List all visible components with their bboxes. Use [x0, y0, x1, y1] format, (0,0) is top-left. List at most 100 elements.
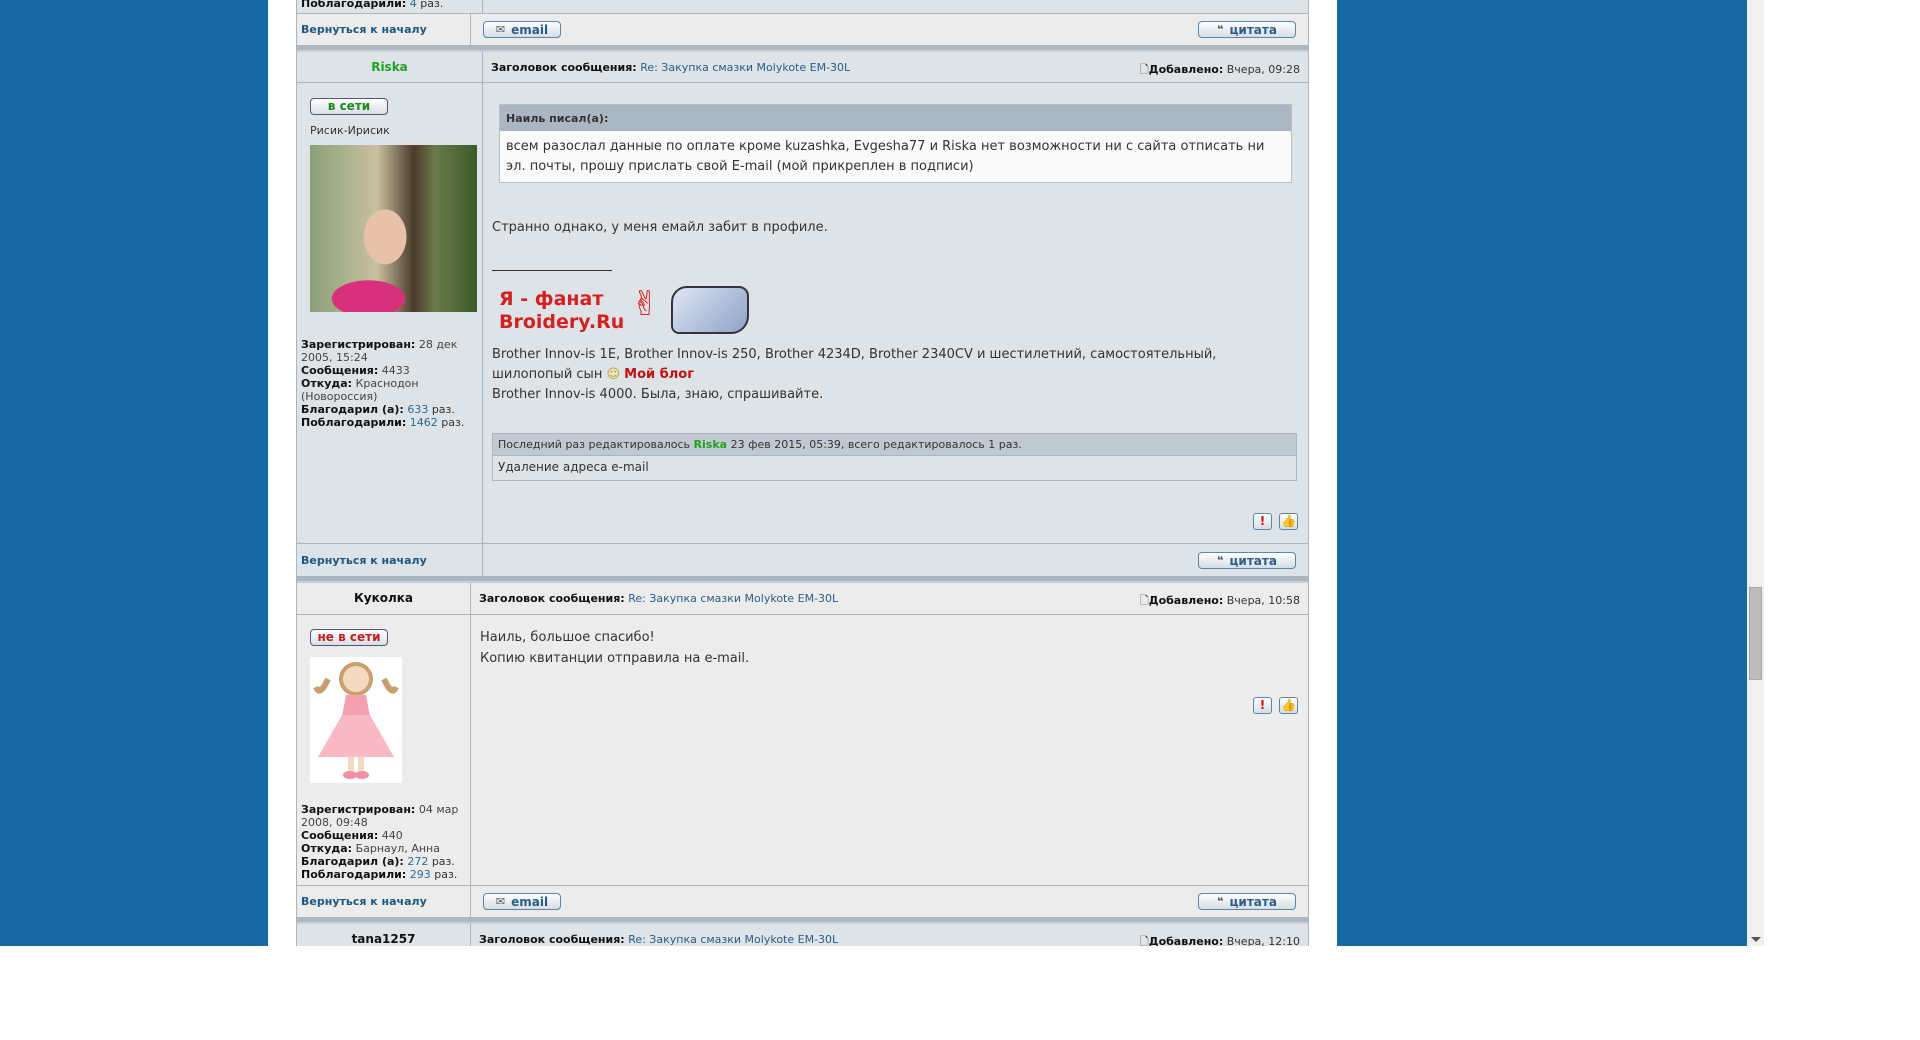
posts-count: 440	[381, 829, 403, 842]
post-document-icon: 🗋	[1139, 63, 1149, 76]
quote-button[interactable]: ❝ цитата	[1198, 21, 1296, 38]
subject-label: Заголовок сообщения:	[479, 933, 625, 946]
thanked-by-count[interactable]: 293	[410, 868, 431, 881]
vertical-scrollbar[interactable]	[1747, 0, 1764, 946]
post-header: tana1257 Заголовок сообщения: Re: Закупк…	[297, 924, 1308, 946]
thanked-by-label: Поблагодарили:	[301, 416, 407, 429]
from-label: Откуда:	[301, 377, 353, 390]
edit-notice: Последний раз редактировалось Riska 23 ф…	[492, 433, 1297, 481]
envelope-icon: ✉	[495, 23, 506, 36]
subject-link[interactable]: Re: Закупка смазки Molykote EM-30L	[640, 61, 850, 74]
times-label: раз.	[441, 416, 465, 429]
thanked-by-count[interactable]: 1462	[410, 416, 438, 429]
email-button[interactable]: ✉ email	[483, 21, 561, 38]
quote-block: Наиль писал(а): всем разослал данные по …	[499, 104, 1292, 183]
thanked-by-label: Поблагодарили:	[301, 868, 407, 881]
back-to-top-link[interactable]: Вернуться к началу	[301, 554, 427, 567]
added-label: Добавлено:	[1148, 594, 1224, 607]
post-author[interactable]: Riska	[297, 60, 482, 74]
added-label: Добавлено:	[1148, 935, 1224, 946]
subject-label: Заголовок сообщения:	[491, 61, 637, 74]
thank-button[interactable]: 👍	[1279, 513, 1298, 530]
thanked-count[interactable]: 633	[407, 403, 428, 416]
added-label: Добавлено:	[1148, 63, 1224, 76]
subject-label: Заголовок сообщения:	[479, 592, 625, 605]
thanked-label: Благодарил (а):	[301, 855, 404, 868]
times-label: раз.	[431, 403, 455, 416]
quote-bubble-icon: ❝	[1217, 23, 1224, 36]
page-background-left	[0, 0, 268, 946]
user-avatar	[310, 145, 477, 312]
registered-label: Зарегистрирован:	[301, 803, 416, 816]
registered-label: Зарегистрирован:	[301, 338, 416, 351]
post-time: Вчера, 12:10	[1226, 935, 1300, 946]
thank-button[interactable]: 👍	[1279, 697, 1298, 714]
email-button[interactable]: ✉ email	[483, 893, 561, 910]
user-avatar	[310, 657, 402, 783]
post-header: Куколка Заголовок сообщения: Re: Закупка…	[297, 583, 1308, 615]
back-to-top-link[interactable]: Вернуться к началу	[301, 23, 427, 36]
exclamation-icon: !	[1259, 514, 1266, 528]
signature-line-2: Brother Innov-is 4000. Была, знаю, спраш…	[492, 387, 824, 402]
thanked-by-count: 4	[409, 0, 417, 10]
back-to-top-link[interactable]: Вернуться к началу	[301, 895, 427, 908]
thanked-label: Благодарил (а):	[301, 403, 404, 416]
previous-post-profile-tail: Поблагодарили: 4 раз.	[297, 0, 1308, 14]
post-footer: Вернуться к началу ✉ email ❝ цитата	[297, 886, 1308, 918]
victory-hand-icon: ✌	[631, 284, 660, 324]
subject-link[interactable]: Re: Закупка смазки Molykote EM-30L	[628, 592, 838, 605]
posts-label: Сообщения:	[301, 829, 379, 842]
quote-button-label: цитата	[1229, 22, 1277, 37]
online-status-badge: в сети	[310, 98, 388, 115]
edit-reason: Удаление адреса e-mail	[498, 460, 649, 474]
computer-mascot-icon	[671, 286, 749, 334]
quote-button-label: цитата	[1229, 553, 1277, 568]
post-document-icon: 🗋	[1139, 935, 1149, 946]
broidery-fan-banner: Я - фанат Broidery.Ru ✌	[495, 282, 749, 337]
scrollbar-thumb[interactable]	[1749, 587, 1762, 680]
edit-user-link[interactable]: Riska	[694, 438, 728, 451]
quote-button-label: цитата	[1229, 894, 1277, 909]
times-label: раз.	[431, 855, 455, 868]
post-footer: Вернуться к началу ❝ цитата	[297, 544, 1308, 577]
post-body-row: не в сети Зарегистрирован: 04 мар 2008, …	[297, 615, 1308, 886]
report-button[interactable]: !	[1253, 513, 1272, 530]
signature: Brother Innov-is 1E, Brother Innov-is 25…	[492, 345, 1292, 405]
post-text-line: Копию квитанции отправила на e-mail.	[480, 651, 750, 666]
user-rank: Рисик-Ирисик	[310, 124, 390, 137]
smiley-icon: ☺	[606, 367, 621, 382]
blog-link[interactable]: Мой блог	[624, 367, 694, 382]
quote-author: Наиль писал(а):	[500, 105, 1291, 131]
post-text: Странно однако, у меня емайл забит в про…	[492, 220, 828, 235]
forum-topic-table: Поблагодарили: 4 раз. Вернуться к началу…	[296, 0, 1309, 946]
envelope-icon: ✉	[495, 895, 506, 908]
post-author[interactable]: tana1257	[297, 932, 470, 946]
quote-button[interactable]: ❝ цитата	[1198, 893, 1296, 910]
previous-post-footer: Вернуться к началу ✉ email ❝ цитата	[297, 14, 1308, 46]
offline-status-badge: не в сети	[310, 629, 388, 646]
post-time: Вчера, 09:28	[1226, 63, 1300, 76]
signature-divider	[492, 270, 612, 271]
exclamation-icon: !	[1259, 698, 1266, 712]
email-button-label: email	[511, 22, 549, 37]
thanked-by-label: Поблагодарили:	[301, 0, 407, 10]
scroll-down-arrow-icon[interactable]	[1751, 937, 1761, 942]
subject-link[interactable]: Re: Закупка смазки Molykote EM-30L	[628, 933, 838, 946]
quote-button[interactable]: ❝ цитата	[1198, 552, 1296, 569]
post-author[interactable]: Куколка	[297, 591, 470, 605]
quote-bubble-icon: ❝	[1217, 554, 1224, 567]
thanked-count[interactable]: 272	[407, 855, 428, 868]
signature-machines: Brother Innov-is 1E, Brother Innov-is 25…	[492, 347, 1217, 382]
post-text: Наиль, большое спасибо! Копию квитанции …	[480, 627, 749, 669]
posts-count: 4433	[381, 364, 410, 377]
post-time: Вчера, 10:58	[1226, 594, 1300, 607]
edit-details: 23 фев 2015, 05:39, всего редактировалос…	[730, 438, 1022, 451]
times-label: раз.	[420, 0, 444, 10]
page-background-right	[1337, 0, 1747, 946]
posts-label: Сообщения:	[301, 364, 379, 377]
thumbs-up-icon: 👍	[1281, 514, 1296, 528]
quote-bubble-icon: ❝	[1217, 895, 1224, 908]
post-document-icon: 🗋	[1139, 594, 1149, 607]
report-button[interactable]: !	[1253, 697, 1272, 714]
post-header: Riska Заголовок сообщения: Re: Закупка с…	[297, 52, 1308, 83]
